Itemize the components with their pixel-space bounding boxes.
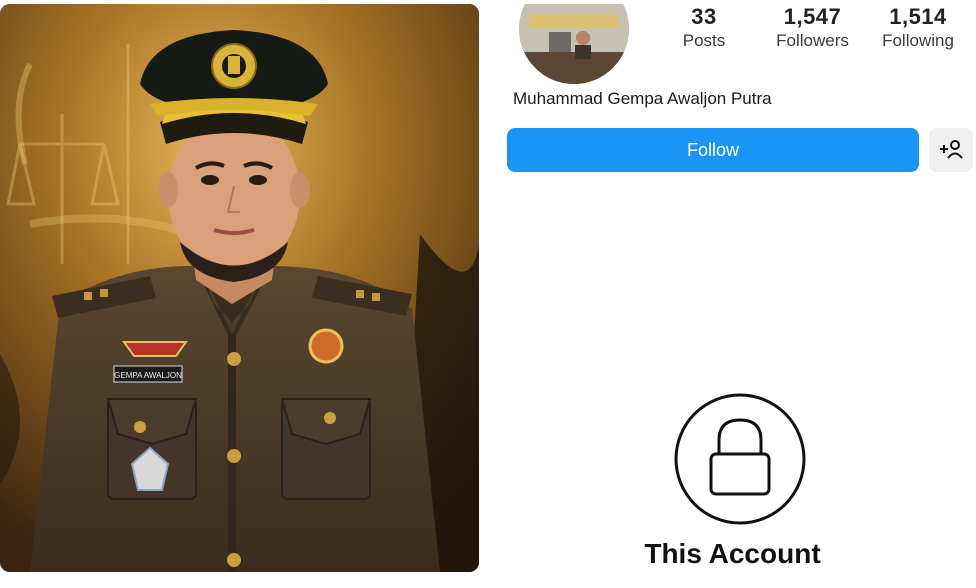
add-person-icon [938, 138, 964, 163]
followers-count: 1,547 [783, 4, 842, 29]
profile-name: Muhammad Gempa Awaljon Putra [513, 89, 772, 108]
lock-icon [673, 392, 807, 526]
following-label: Following [882, 31, 954, 50]
stat-posts[interactable]: 33 Posts [664, 4, 744, 52]
stat-following[interactable]: 1,514 Following [872, 4, 964, 52]
suggest-user-button[interactable] [929, 128, 973, 172]
profile-panel: 33 Posts 1,547 Followers 1,514 Following… [489, 4, 976, 572]
stat-followers[interactable]: 1,547 Followers [765, 4, 860, 52]
name-tag: GEMPA AWALJON [114, 371, 182, 380]
follow-button[interactable]: Follow [507, 128, 919, 172]
profile-photo: GEMPA AWALJON [0, 4, 479, 572]
posts-count: 33 [691, 4, 717, 29]
posts-label: Posts [682, 31, 726, 50]
avatar[interactable] [519, 4, 629, 84]
followers-label: Followers [776, 31, 849, 50]
following-count: 1,514 [889, 4, 947, 29]
private-account-title: This Account [644, 538, 821, 569]
